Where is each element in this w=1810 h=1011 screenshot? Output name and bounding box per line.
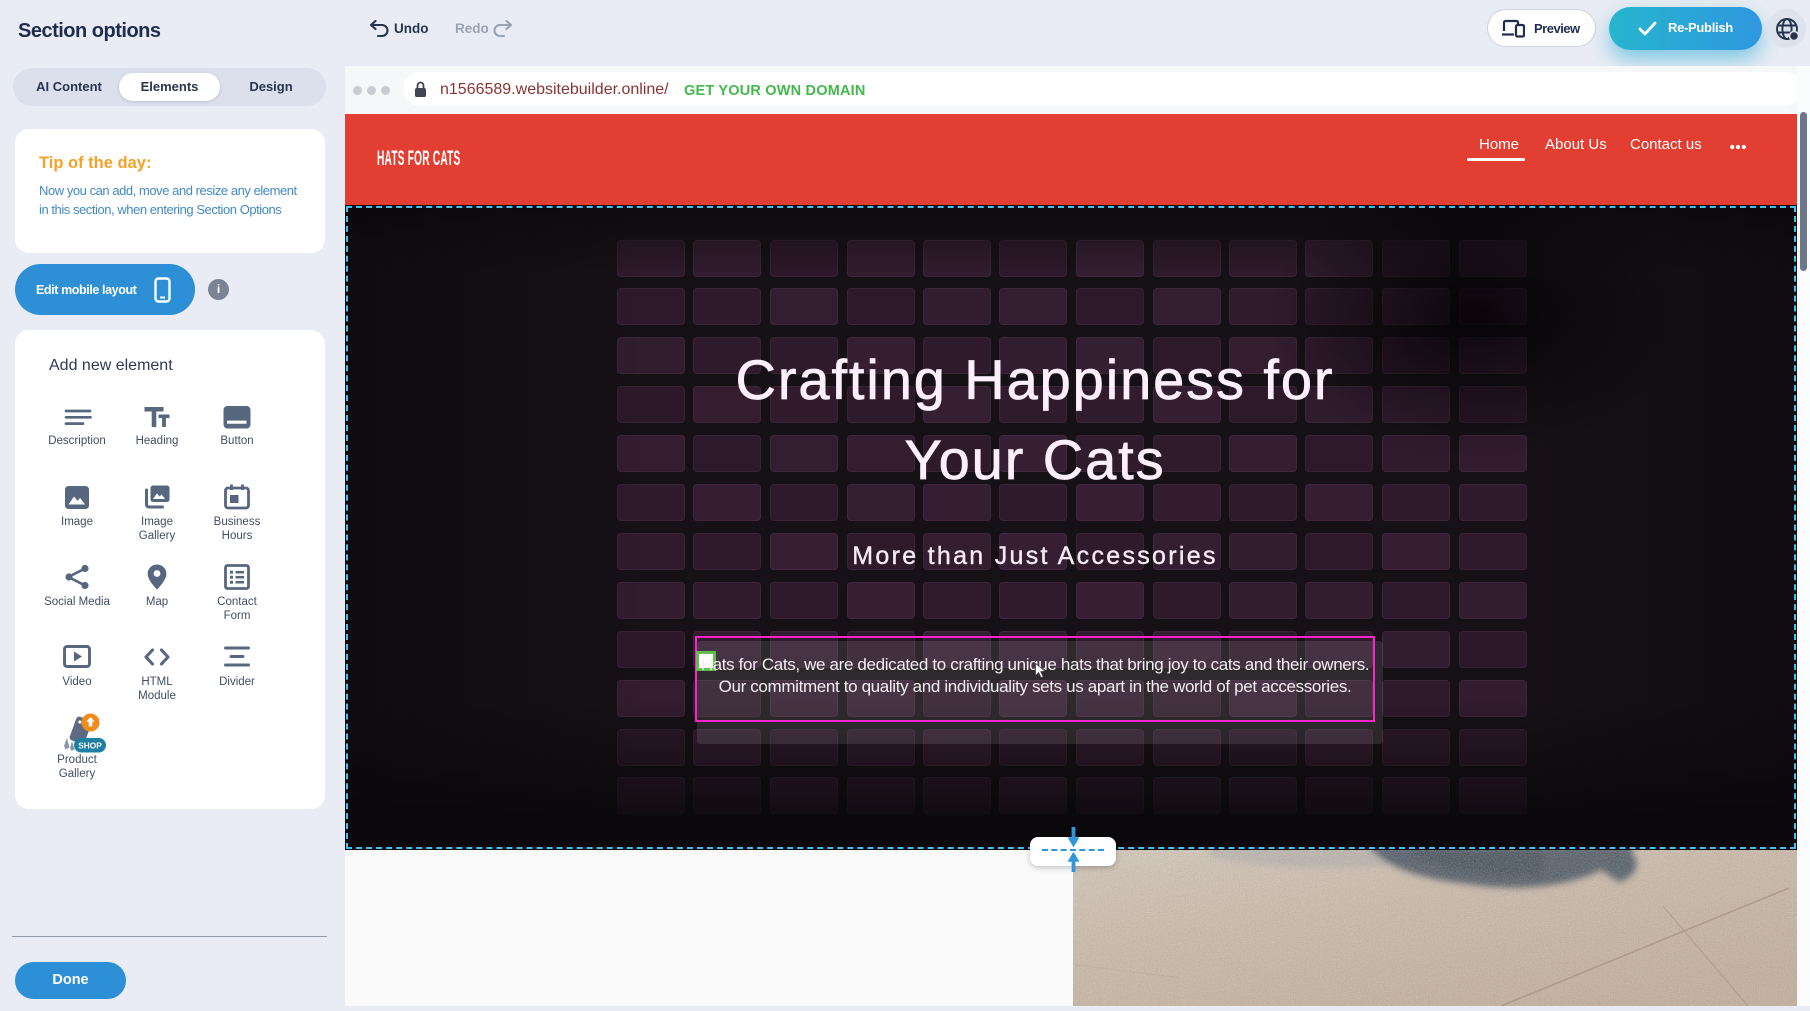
svg-text:SHOP: SHOP <box>78 741 102 751</box>
